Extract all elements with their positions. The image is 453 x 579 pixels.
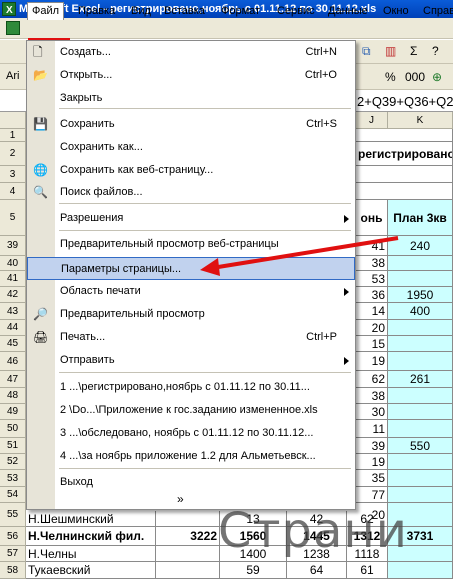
- red-arrow-annotation: [200, 236, 399, 276]
- watermark-text: Страни: [218, 503, 408, 559]
